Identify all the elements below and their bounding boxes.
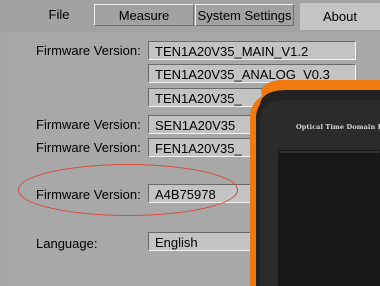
firmware-field-5: FEN1A20V35_: [148, 138, 356, 157]
language-field[interactable]: English: [148, 232, 268, 251]
firmware-version-label-2: Firmware Version:: [36, 117, 141, 132]
device-title-text: Optical Time Domain R: [296, 123, 380, 131]
menu-tab-bar: File Measure Settings System Settings Ab…: [0, 0, 380, 45]
firmware-field-3: TEN1A20V35_: [148, 88, 356, 107]
firmware-analog-field: TEN1A20V35_ANALOG_V0.3: [148, 64, 356, 83]
tab-measure-settings[interactable]: Measure Settings: [94, 4, 194, 45]
firmware-version-label: Firmware Version:: [36, 43, 141, 58]
firmware-main-field: TEN1A20V35_MAIN_V1.2: [148, 41, 356, 60]
tab-about[interactable]: About: [300, 3, 380, 30]
firmware-version-label-3: Firmware Version:: [36, 140, 141, 155]
language-label: Language:: [36, 236, 98, 251]
highlight-ellipse: [18, 164, 238, 216]
tab-system-settings[interactable]: System Settings: [195, 4, 294, 26]
tab-file[interactable]: File: [38, 4, 80, 26]
